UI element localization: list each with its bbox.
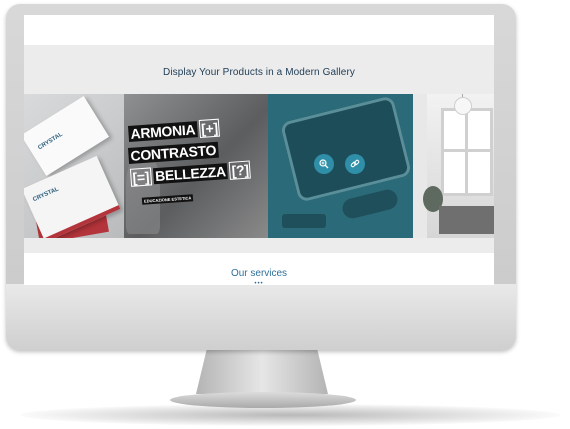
monitor-stand-neck [196, 350, 328, 394]
services-title: Our services [230, 268, 288, 279]
gallery-grid: CRYSTAL CRYSTAL ARMONIA [+] CONTRASTO [=]… [24, 94, 494, 238]
gallery-item-business-cards[interactable]: CRYSTAL CRYSTAL [24, 94, 124, 238]
sofa [439, 206, 494, 234]
gallery-item-interior[interactable] [413, 94, 494, 238]
cylinder-object [340, 187, 400, 221]
window [441, 108, 493, 196]
gallery-title: Display Your Products in a Modern Galler… [163, 67, 355, 78]
shelf [413, 94, 427, 238]
zoom-in-icon[interactable] [314, 154, 334, 174]
hand-silhouette [126, 154, 160, 234]
pendant-lamp [455, 98, 471, 114]
services-divider-dots: ••• [254, 281, 264, 285]
link-icon[interactable] [345, 154, 365, 174]
monitor-stand-base [170, 392, 356, 408]
poster-line-1: ARMONIA [+] [128, 118, 221, 142]
site-header-bar [24, 15, 494, 45]
cable-object [282, 214, 326, 228]
gallery-item-smartphone[interactable] [268, 94, 413, 238]
card-logo: CRYSTAL [37, 131, 64, 152]
monitor-screen: Display Your Products in a Modern Galler… [24, 15, 494, 285]
gallery-item-poster[interactable]: ARMONIA [+] CONTRASTO [=] BELLEZZA [?] EDUC… [124, 94, 268, 238]
smartphone-image [279, 95, 413, 203]
monitor-chin [6, 284, 516, 350]
card-logo-small: CRYSTAL [32, 186, 60, 204]
poster-line-2: CONTRASTO [128, 141, 219, 164]
